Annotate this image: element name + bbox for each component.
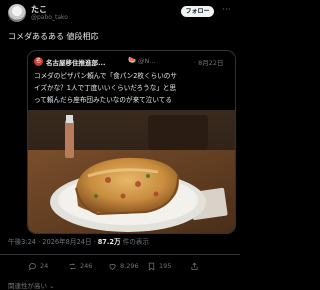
post-timestamp: 午後3:24 · 2026年8月24日 · 87.2万 件の表示 [8,236,149,246]
reply-icon [28,262,36,270]
repost-icon [69,262,76,270]
divider [0,254,240,255]
author-handle[interactable]: @pabo_tako [31,14,68,21]
repost-button[interactable]: 246 [68,261,92,271]
repost-count: 246 [80,262,93,270]
more-options-icon[interactable]: ··· [222,5,231,15]
heart-icon [109,263,116,270]
quote-text-line: って頼んだら座布団みたいなのが来て泣いてる [34,96,172,104]
quote-author-name: 名古屋移住推進部... [46,59,106,67]
bookmark-count: 195 [159,262,172,270]
quoted-post[interactable]: 名 名古屋移住推進部... 🍉 @N... · 8月22日 コメダのピザパン頼ん… [27,50,236,234]
quote-text-line: コメダのピザパン頼んで「食パン2枚くらいのサ [34,72,177,80]
quote-emoji: 🍉 [128,56,137,64]
like-count: 8,296 [120,262,139,270]
quote-text-line: イズかな？1人で丁度いいくらいだろうな」と思 [34,84,177,92]
author-avatar[interactable] [8,4,26,22]
share-icon [191,262,198,270]
reply-count: 24 [40,262,49,270]
quote-author-handle: @N... [138,57,156,65]
views-label: 件の表示 [120,238,150,246]
quote-date: · 8月22日 [194,59,224,67]
bookmark-icon [148,262,155,271]
post-text: コメダあるある 値段相応 [8,32,99,41]
sort-related-dropdown[interactable]: 関連性が高い ⌄ [8,280,55,290]
quote-photo[interactable] [28,110,235,233]
follow-button[interactable]: フォロー [181,6,214,17]
like-button[interactable]: 8,296 [108,261,139,271]
reply-button[interactable]: 24 [28,261,48,271]
quote-avatar: 名 [34,57,43,66]
bookmark-button[interactable]: 195 [147,261,171,271]
share-button[interactable] [190,261,199,271]
views-count: 87.2万 [97,238,121,246]
post-time: 午後3:24 · 2026年8月24日 · [8,238,98,246]
